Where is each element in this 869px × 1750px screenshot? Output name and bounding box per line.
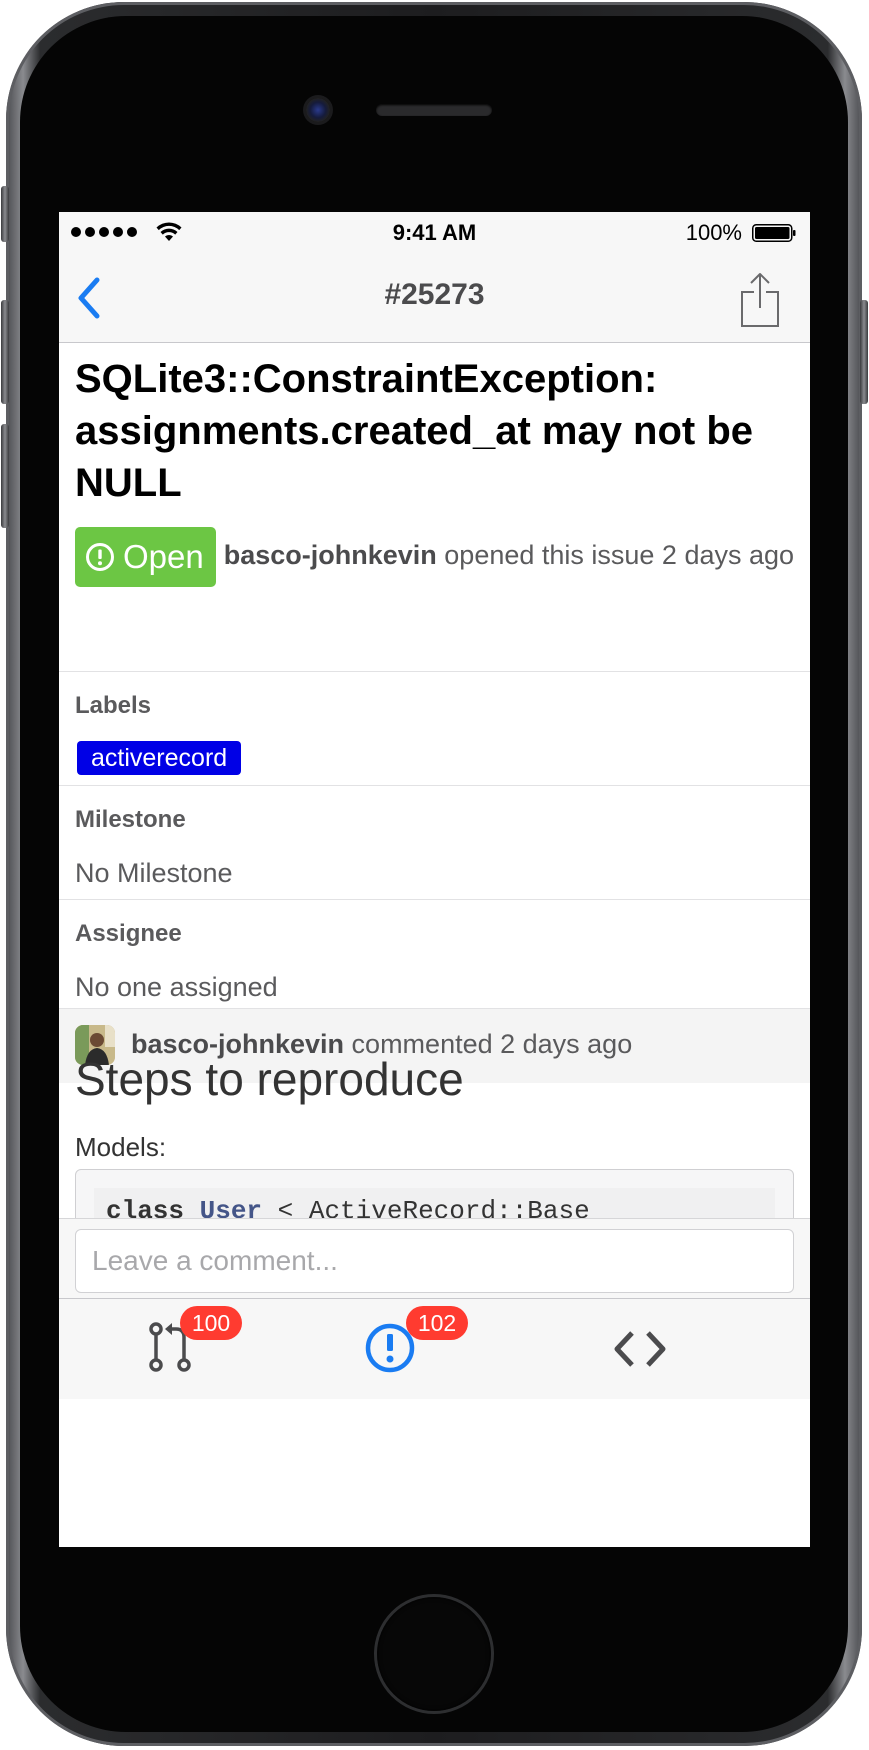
issue-author[interactable]: basco-johnkevin [224,540,437,570]
volume-down-button [1,424,9,528]
battery-icon [752,224,796,242]
issue-meta: Open basco-johnkevin opened this issue 2… [75,527,795,587]
comment-input[interactable] [75,1229,794,1293]
navigation-bar: #25273 [59,254,810,343]
status-badge-label: Open [123,538,204,575]
issue-title: SQLite3::ConstraintException: assignment… [75,357,754,505]
battery-percentage: 100% [685,220,742,245]
assignee-heading: Assignee [75,920,182,947]
milestone-heading: Milestone [75,806,186,833]
front-camera [306,98,330,122]
assignee-section: Assignee No one assigned [59,899,810,1013]
tab-pull-requests[interactable]: 100 [59,1299,309,1398]
pull-requests-count-badge: 100 [180,1306,242,1340]
tab-issues[interactable]: 102 [309,1299,559,1398]
labels-section: Labels activerecord [59,671,810,785]
code-icon [614,1331,666,1367]
share-icon [741,273,779,327]
mute-switch [1,186,9,242]
status-bar: 9:41 AM 100% [59,212,810,254]
tab-bar: 100 102 [59,1298,810,1399]
home-button[interactable] [377,1597,491,1711]
comment-bar [59,1218,810,1309]
issues-count-badge: 102 [406,1306,468,1340]
power-button [860,300,868,404]
volume-up-button [1,300,9,404]
share-button[interactable] [740,272,780,328]
comment-body-heading: Steps to reproduce [75,1053,464,1105]
issue-opened-text: opened this issue 2 days ago [436,540,795,571]
earpiece-speaker [376,104,492,116]
comment-body-text: Models: [75,1132,167,1162]
screen: 9:41 AM 100% #25273 SQLite3::ConstraintE… [59,212,810,1547]
milestone-section: Milestone No Milestone [59,785,810,899]
status-badge: Open [75,527,216,587]
issue-open-icon [86,543,114,571]
tab-code[interactable] [559,1299,809,1398]
assignee-value: No one assigned [75,972,278,1002]
nav-title: #25273 [384,278,485,311]
labels-heading: Labels [75,692,152,719]
label-chip[interactable]: activerecord [77,741,242,775]
milestone-value: No Milestone [75,858,233,888]
